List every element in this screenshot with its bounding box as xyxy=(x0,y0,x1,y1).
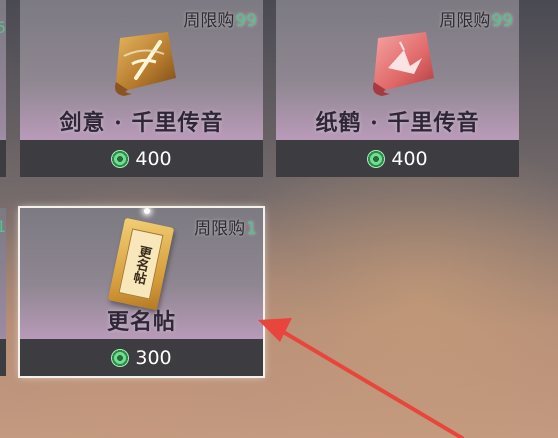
red-arrow-icon xyxy=(258,318,464,438)
